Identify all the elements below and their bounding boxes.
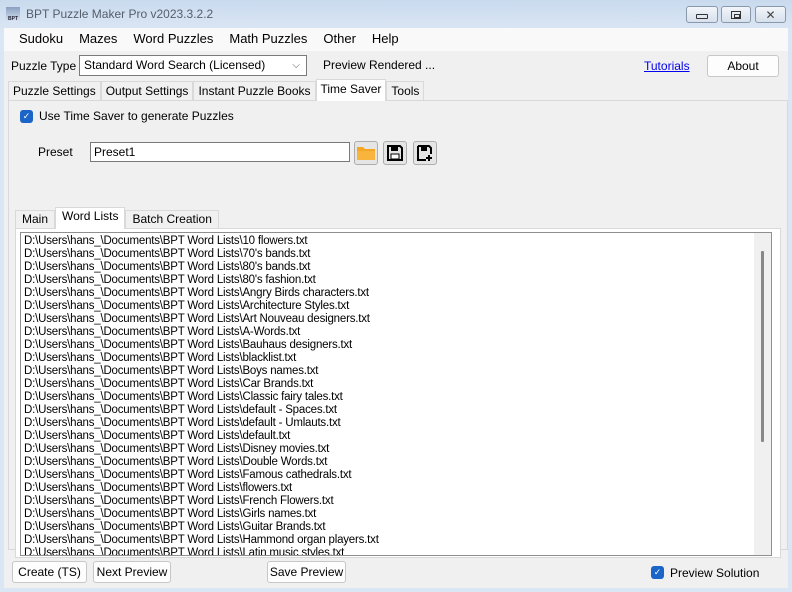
save-as-icon	[417, 145, 432, 161]
list-item[interactable]: D:\Users\hans_\Documents\BPT Word Lists\…	[24, 326, 379, 339]
app-logo-icon: BPT	[6, 7, 20, 22]
puzzle-type-dropdown[interactable]: Standard Word Search (Licensed) ⌵	[79, 55, 307, 76]
save-preview-button[interactable]: Save Preview	[267, 561, 346, 583]
preset-label: Preset	[38, 145, 73, 159]
sub-tabs: Main Word Lists Batch Creation	[15, 207, 219, 229]
puzzle-type-label: Puzzle Type	[11, 59, 77, 73]
time-saver-panel: ✓ Use Time Saver to generate Puzzles Pre…	[8, 100, 788, 558]
next-preview-button[interactable]: Next Preview	[93, 561, 171, 583]
minimize-icon	[696, 14, 708, 19]
save-as-preset-button[interactable]	[413, 141, 437, 165]
tab-output-settings[interactable]: Output Settings	[100, 81, 194, 100]
menu-sudoku[interactable]: Sudoku	[4, 28, 71, 51]
main-tabs: Puzzle Settings Output Settings Instant …	[8, 79, 425, 101]
subtab-word-lists[interactable]: Word Lists	[55, 207, 126, 229]
list-item[interactable]: D:\Users\hans_\Documents\BPT Word Lists\…	[24, 391, 379, 404]
open-preset-button[interactable]	[354, 141, 378, 165]
tab-tools[interactable]: Tools	[386, 81, 425, 100]
word-lists-panel: D:\Users\hans_\Documents\BPT Word Lists\…	[15, 228, 781, 558]
subtab-main[interactable]: Main	[15, 210, 56, 228]
list-item[interactable]: D:\Users\hans_\Documents\BPT Word Lists\…	[24, 521, 379, 534]
close-icon: ✕	[765, 7, 776, 22]
word-list-listbox[interactable]: D:\Users\hans_\Documents\BPT Word Lists\…	[20, 232, 772, 556]
scrollbar-thumb[interactable]	[761, 251, 764, 442]
list-item[interactable]: D:\Users\hans_\Documents\BPT Word Lists\…	[24, 352, 379, 365]
list-item[interactable]: D:\Users\hans_\Documents\BPT Word Lists\…	[24, 469, 379, 482]
status-text: Preview Rendered ...	[323, 58, 436, 72]
tab-time-saver[interactable]: Time Saver	[315, 79, 387, 101]
list-item[interactable]: D:\Users\hans_\Documents\BPT Word Lists\…	[24, 339, 379, 352]
puzzle-type-value: Standard Word Search (Licensed)	[84, 58, 266, 72]
tab-puzzle-settings[interactable]: Puzzle Settings	[8, 81, 101, 100]
vertical-scrollbar[interactable]	[754, 233, 771, 555]
menu-word-puzzles[interactable]: Word Puzzles	[125, 28, 221, 51]
menu-help[interactable]: Help	[364, 28, 407, 51]
list-item[interactable]: D:\Users\hans_\Documents\BPT Word Lists\…	[24, 313, 379, 326]
list-item[interactable]: D:\Users\hans_\Documents\BPT Word Lists\…	[24, 274, 379, 287]
menu-bar: Sudoku Mazes Word Puzzles Math Puzzles O…	[4, 28, 788, 51]
minimize-button[interactable]	[686, 6, 718, 23]
open-folder-icon	[357, 147, 375, 160]
app-window: BPT BPT Puzzle Maker Pro v2023.3.2.2 ✕ S…	[0, 0, 792, 592]
puzzle-type-row: Puzzle Type Standard Word Search (Licens…	[4, 53, 788, 78]
create-ts-button[interactable]: Create (TS)	[12, 561, 87, 583]
list-item[interactable]: D:\Users\hans_\Documents\BPT Word Lists\…	[24, 365, 379, 378]
close-button[interactable]: ✕	[755, 6, 786, 23]
list-item[interactable]: D:\Users\hans_\Documents\BPT Word Lists\…	[24, 534, 379, 547]
list-item[interactable]: D:\Users\hans_\Documents\BPT Word Lists\…	[24, 430, 379, 443]
tutorials-link[interactable]: Tutorials	[644, 59, 690, 73]
list-item[interactable]: D:\Users\hans_\Documents\BPT Word Lists\…	[24, 248, 379, 261]
chevron-down-icon: ⌵	[292, 60, 300, 71]
maximize-icon	[731, 10, 741, 19]
list-item[interactable]: D:\Users\hans_\Documents\BPT Word Lists\…	[24, 456, 379, 469]
save-preset-button[interactable]	[383, 141, 407, 165]
list-item[interactable]: D:\Users\hans_\Documents\BPT Word Lists\…	[24, 235, 379, 248]
window-title: BPT Puzzle Maker Pro v2023.3.2.2	[26, 7, 214, 21]
list-item[interactable]: D:\Users\hans_\Documents\BPT Word Lists\…	[24, 404, 379, 417]
list-item[interactable]: D:\Users\hans_\Documents\BPT Word Lists\…	[24, 300, 379, 313]
list-item[interactable]: D:\Users\hans_\Documents\BPT Word Lists\…	[24, 378, 379, 391]
preview-solution-checkbox[interactable]: ✓	[651, 566, 664, 579]
list-item[interactable]: D:\Users\hans_\Documents\BPT Word Lists\…	[24, 443, 379, 456]
save-icon	[387, 145, 403, 161]
list-item[interactable]: D:\Users\hans_\Documents\BPT Word Lists\…	[24, 417, 379, 430]
title-bar: BPT BPT Puzzle Maker Pro v2023.3.2.2 ✕	[0, 0, 792, 28]
menu-mazes[interactable]: Mazes	[71, 28, 125, 51]
tab-instant-puzzle-books[interactable]: Instant Puzzle Books	[193, 81, 316, 100]
client-area: Sudoku Mazes Word Puzzles Math Puzzles O…	[4, 28, 788, 588]
list-item[interactable]: D:\Users\hans_\Documents\BPT Word Lists\…	[24, 261, 379, 274]
maximize-button[interactable]	[721, 6, 751, 23]
list-item[interactable]: D:\Users\hans_\Documents\BPT Word Lists\…	[24, 508, 379, 521]
list-item[interactable]: D:\Users\hans_\Documents\BPT Word Lists\…	[24, 482, 379, 495]
menu-other[interactable]: Other	[315, 28, 364, 51]
about-button[interactable]: About	[707, 55, 779, 77]
preview-solution-label: Preview Solution	[670, 566, 760, 580]
list-item[interactable]: D:\Users\hans_\Documents\BPT Word Lists\…	[24, 547, 379, 555]
use-time-saver-checkbox[interactable]: ✓	[20, 110, 33, 123]
list-item[interactable]: D:\Users\hans_\Documents\BPT Word Lists\…	[24, 287, 379, 300]
subtab-batch-creation[interactable]: Batch Creation	[125, 210, 219, 228]
preset-input[interactable]: Preset1	[90, 142, 350, 162]
word-list-items: D:\Users\hans_\Documents\BPT Word Lists\…	[24, 235, 379, 555]
menu-math-puzzles[interactable]: Math Puzzles	[221, 28, 315, 51]
list-item[interactable]: D:\Users\hans_\Documents\BPT Word Lists\…	[24, 495, 379, 508]
use-time-saver-label: Use Time Saver to generate Puzzles	[39, 109, 234, 123]
